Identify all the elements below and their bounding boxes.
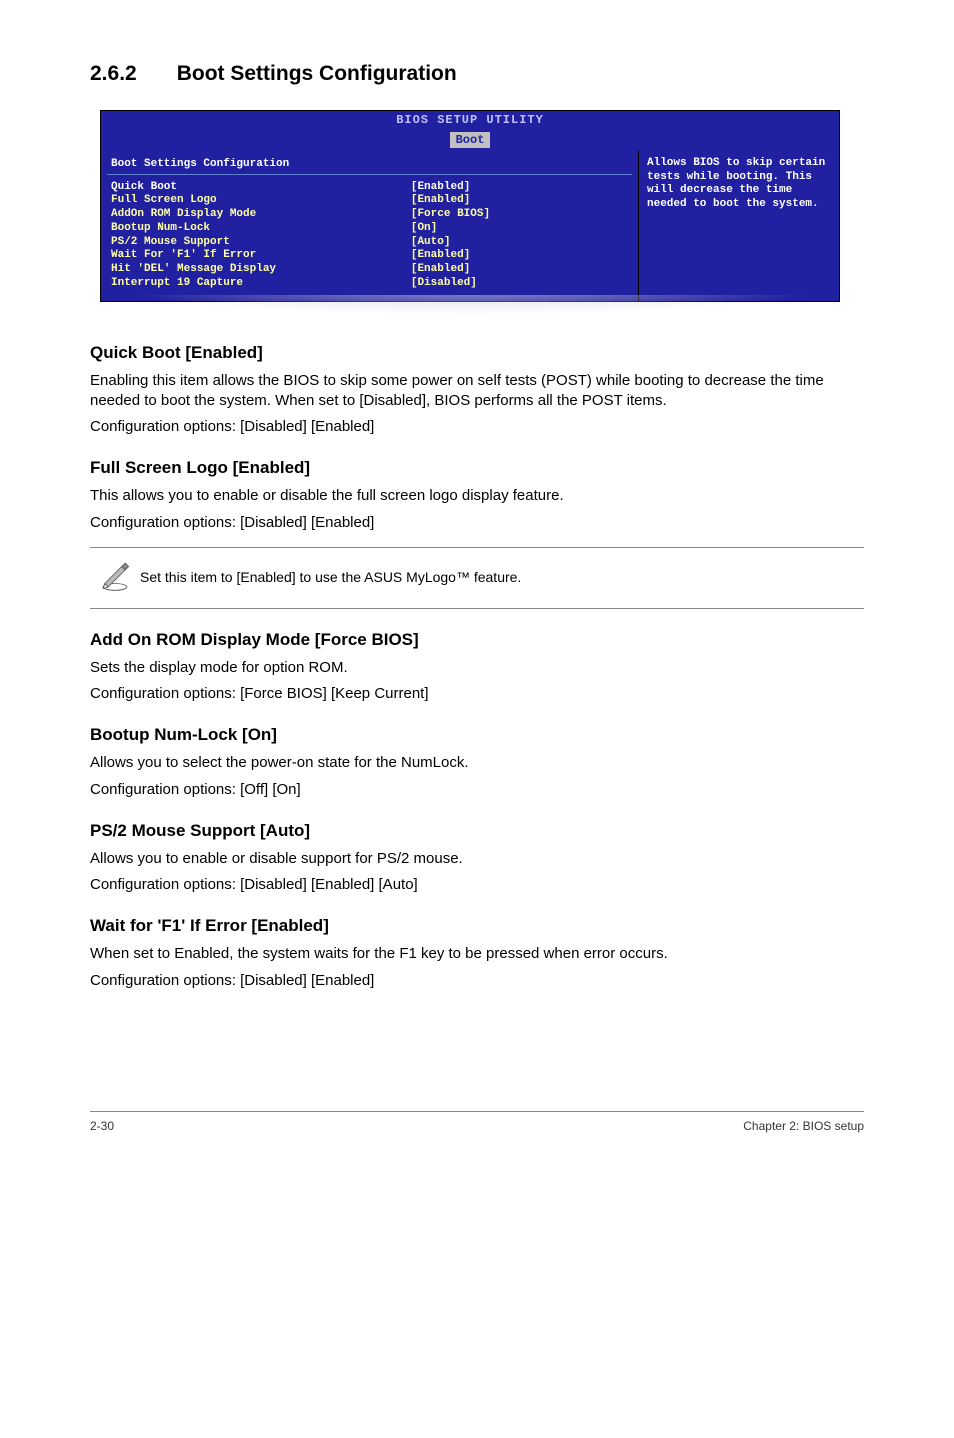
bios-screenshot: BIOS SETUP UTILITY Boot Boot Settings Co…	[100, 110, 840, 301]
bios-setting-label: Quick Boot	[111, 181, 411, 195]
subsection-heading: PS/2 Mouse Support [Auto]	[90, 820, 864, 843]
subsection-heading: Bootup Num-Lock [On]	[90, 724, 864, 747]
bios-setting-label: PS/2 Mouse Support	[111, 236, 411, 250]
bios-setting-value: [Enabled]	[411, 181, 628, 195]
bios-setting-label: Full Screen Logo	[111, 194, 411, 208]
section-number: 2.6.2	[90, 60, 137, 88]
bios-setting-value: [Enabled]	[411, 194, 628, 208]
bios-setting-row: Wait For 'F1' If Error [Enabled]	[107, 249, 632, 263]
page-footer: 2-30 Chapter 2: BIOS setup	[90, 1111, 864, 1134]
subsection-heading: Quick Boot [Enabled]	[90, 342, 864, 365]
bios-setting-label: Bootup Num-Lock	[111, 222, 411, 236]
pencil-note-icon	[90, 558, 140, 598]
body-text: Configuration options: [Off] [On]	[90, 780, 864, 800]
bios-help-panel: Allows BIOS to skip certain tests while …	[639, 151, 839, 301]
bios-setting-row: Quick Boot [Enabled]	[107, 181, 632, 195]
body-text: This allows you to enable or disable the…	[90, 486, 864, 506]
bios-setting-value: [Disabled]	[411, 277, 628, 291]
bios-tab-bar: Boot	[101, 129, 839, 151]
bios-setting-label: AddOn ROM Display Mode	[111, 208, 411, 222]
subsection-heading: Add On ROM Display Mode [Force BIOS]	[90, 629, 864, 652]
subsection-heading: Wait for 'F1' If Error [Enabled]	[90, 915, 864, 938]
bios-body: Boot Settings Configuration Quick Boot […	[101, 151, 839, 301]
bios-setting-value: [Enabled]	[411, 249, 628, 263]
footer-chapter: Chapter 2: BIOS setup	[743, 1118, 864, 1134]
body-text: Enabling this item allows the BIOS to sk…	[90, 371, 864, 412]
subsection-heading: Full Screen Logo [Enabled]	[90, 457, 864, 480]
bios-setting-row: AddOn ROM Display Mode [Force BIOS]	[107, 208, 632, 222]
bios-active-tab: Boot	[450, 132, 491, 148]
body-text: Configuration options: [Disabled] [Enabl…	[90, 417, 864, 437]
footer-page-number: 2-30	[90, 1118, 114, 1134]
note-text: Set this item to [Enabled] to use the AS…	[140, 568, 521, 587]
bios-setting-label: Interrupt 19 Capture	[111, 277, 411, 291]
body-text: Allows you to enable or disable support …	[90, 849, 864, 869]
bios-panel-heading: Boot Settings Configuration	[107, 155, 632, 175]
bios-setting-value: [On]	[411, 222, 628, 236]
section-heading: 2.6.2 Boot Settings Configuration	[90, 60, 864, 88]
section-title: Boot Settings Configuration	[177, 62, 457, 85]
bios-setting-row: Bootup Num-Lock [On]	[107, 222, 632, 236]
bios-setting-row: Full Screen Logo [Enabled]	[107, 194, 632, 208]
bios-setting-row: Hit 'DEL' Message Display [Enabled]	[107, 263, 632, 277]
bios-window-title: BIOS SETUP UTILITY	[101, 111, 839, 128]
bios-setting-row: PS/2 Mouse Support [Auto]	[107, 236, 632, 250]
bios-setting-value: [Auto]	[411, 236, 628, 250]
bios-setting-value: [Enabled]	[411, 263, 628, 277]
bios-setting-value: [Force BIOS]	[411, 208, 628, 222]
body-text: Sets the display mode for option ROM.	[90, 658, 864, 678]
body-text: Configuration options: [Disabled] [Enabl…	[90, 875, 864, 895]
body-text: Allows you to select the power-on state …	[90, 753, 864, 773]
note-callout: Set this item to [Enabled] to use the AS…	[90, 547, 864, 609]
bios-setting-row: Interrupt 19 Capture [Disabled]	[107, 277, 632, 291]
body-text: When set to Enabled, the system waits fo…	[90, 944, 864, 964]
bios-settings-panel: Boot Settings Configuration Quick Boot […	[101, 151, 639, 301]
bios-setting-label: Hit 'DEL' Message Display	[111, 263, 411, 277]
body-text: Configuration options: [Disabled] [Enabl…	[90, 971, 864, 991]
body-text: Configuration options: [Disabled] [Enabl…	[90, 513, 864, 533]
bios-setting-label: Wait For 'F1' If Error	[111, 249, 411, 263]
body-text: Configuration options: [Force BIOS] [Kee…	[90, 684, 864, 704]
